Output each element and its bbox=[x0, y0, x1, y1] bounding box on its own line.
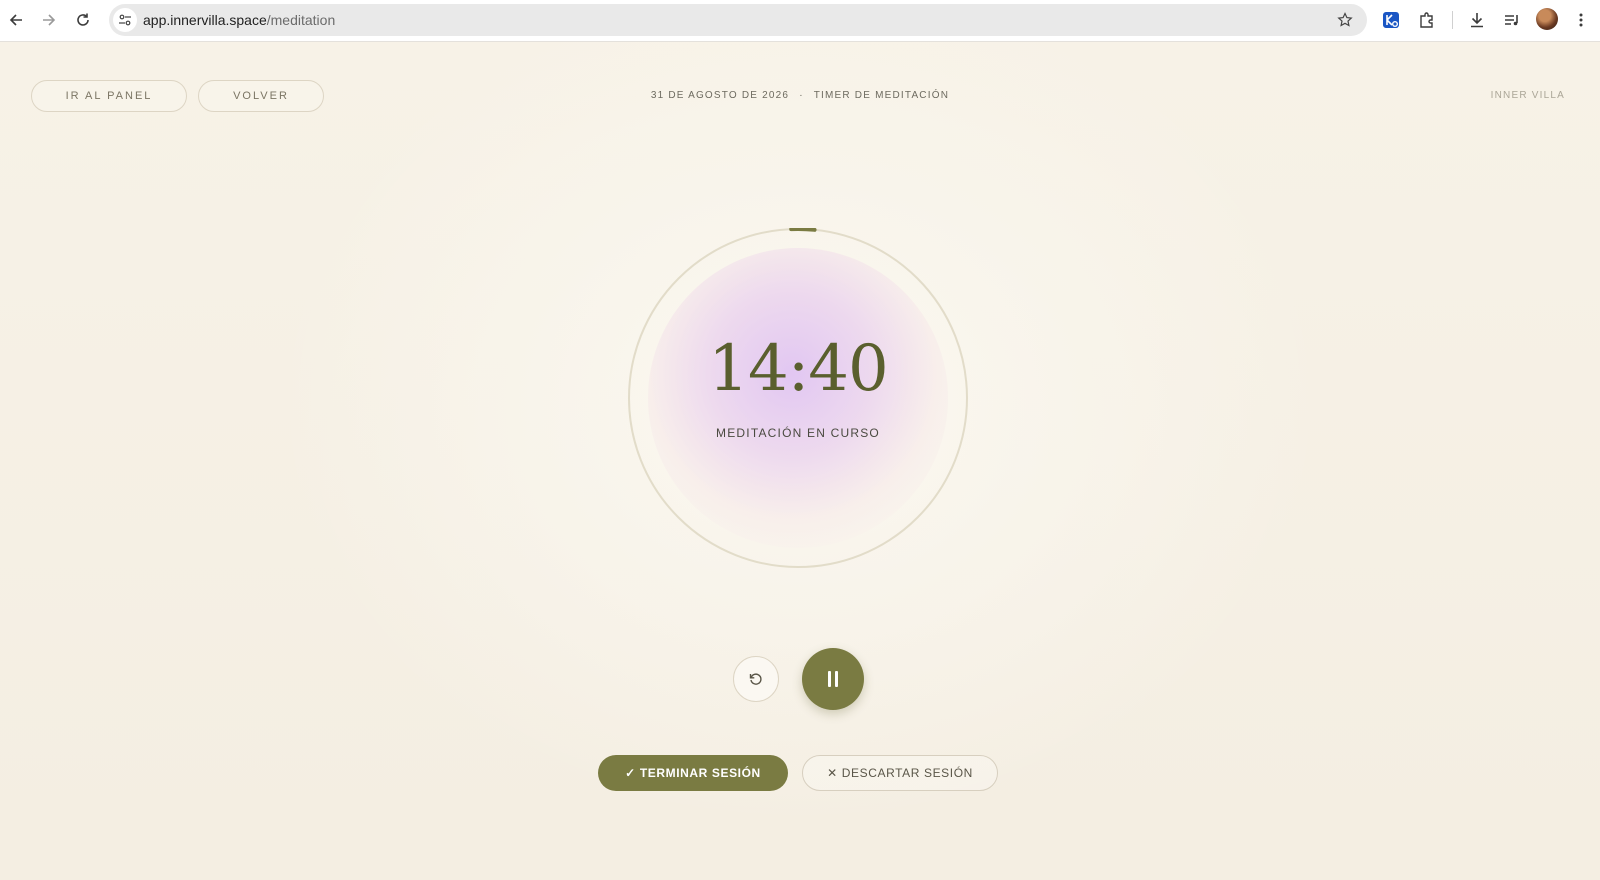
reset-icon bbox=[749, 673, 762, 685]
url-text: app.innervilla.space/meditation bbox=[143, 12, 335, 28]
download-icon[interactable] bbox=[1466, 9, 1488, 31]
puzzle-icon[interactable] bbox=[1416, 9, 1438, 31]
toolbar-separator bbox=[1452, 11, 1453, 29]
more-vert-icon[interactable] bbox=[1570, 9, 1592, 31]
address-bar[interactable]: app.innervilla.space/meditation bbox=[109, 4, 1367, 36]
page-subtitle: 31 DE AGOSTO DE 2026 · TIMER DE MEDITACIÓN bbox=[600, 90, 1000, 101]
session-date: 31 DE AGOSTO DE 2026 bbox=[650, 90, 790, 101]
check-icon: ✓ bbox=[625, 766, 636, 780]
discard-session-label: DESCARTAR SESIÓN bbox=[841, 766, 973, 780]
meditation-page: IR AL PANEL VOLVER 31 DE AGOSTO DE 2026 ·… bbox=[0, 42, 1600, 880]
url-path: /meditation bbox=[266, 12, 336, 28]
brand-name: INNER VILLA bbox=[1490, 90, 1565, 101]
timer-dial: 14:40 MEDITACIÓN EN CURSO bbox=[628, 228, 968, 568]
dashboard-button[interactable]: IR AL PANEL bbox=[31, 80, 187, 112]
media-queue-icon[interactable] bbox=[1501, 9, 1523, 31]
reload-icon[interactable] bbox=[72, 9, 94, 31]
separator-dot: · bbox=[799, 90, 804, 101]
extension-icon[interactable] bbox=[1380, 9, 1402, 31]
timer-status: MEDITACIÓN EN CURSO bbox=[716, 426, 880, 440]
timer-display: 14:40 bbox=[708, 332, 888, 406]
discard-session-button[interactable]: ✕ DESCARTAR SESIÓN bbox=[802, 755, 998, 791]
reset-button[interactable] bbox=[733, 656, 779, 702]
pause-button[interactable] bbox=[802, 648, 864, 710]
bookmark-star-icon[interactable] bbox=[1335, 10, 1355, 30]
close-icon: ✕ bbox=[827, 766, 838, 780]
timer-progress-arc bbox=[789, 228, 817, 232]
pause-icon bbox=[828, 671, 838, 687]
end-session-button[interactable]: ✓ TERMINAR SESIÓN bbox=[598, 755, 788, 791]
back-arrow-icon[interactable] bbox=[5, 9, 27, 31]
url-domain: app.innervilla.space bbox=[143, 12, 267, 28]
site-info-icon[interactable] bbox=[113, 8, 137, 32]
end-session-label: TERMINAR SESIÓN bbox=[639, 766, 761, 780]
avatar[interactable] bbox=[1536, 8, 1558, 30]
browser-toolbar: app.innervilla.space/meditation bbox=[0, 0, 1600, 42]
back-button[interactable]: VOLVER bbox=[198, 80, 324, 112]
forward-arrow-icon[interactable] bbox=[38, 9, 60, 31]
section-title: TIMER DE MEDITACIÓN bbox=[813, 90, 950, 101]
